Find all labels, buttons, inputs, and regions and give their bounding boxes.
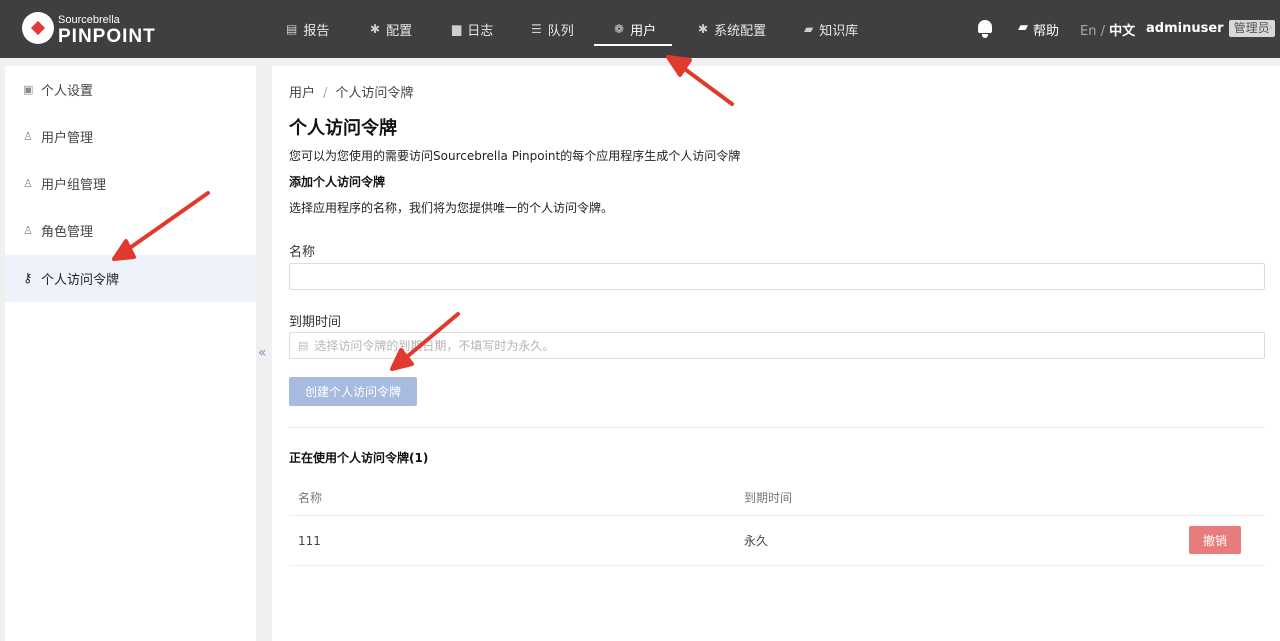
nav-queue-label: 队列	[547, 23, 574, 39]
language-switcher: En / 中文	[1080, 20, 1135, 39]
add-token-heading: 添加个人访问令牌	[289, 175, 386, 189]
sidebar-item-label: 用户组管理	[41, 178, 107, 193]
expiry-date-picker[interactable]: ▤ 选择访问令牌的到期日期，不填写时为永久。	[289, 332, 1265, 359]
username: adminuser	[1146, 21, 1224, 36]
document-icon: ▆	[452, 22, 462, 36]
bar-chart-icon: ▤	[286, 22, 298, 36]
help-label: 帮助	[1033, 24, 1060, 39]
logo-mark-icon	[22, 12, 54, 44]
tokens-table-header: 名称 到期时间	[289, 479, 1265, 516]
book-icon: ▰	[804, 22, 814, 36]
nav-knowledge-base[interactable]: ▰ 知识库	[804, 0, 858, 58]
profile-icon: ▣	[23, 83, 34, 96]
breadcrumb-separator: /	[323, 86, 328, 101]
section-divider	[289, 427, 1265, 428]
logo-brand-small: Sourcebrella	[58, 14, 120, 26]
key-icon: ⚷	[23, 271, 33, 286]
nav-users-label: 用户	[630, 23, 657, 39]
bell-icon[interactable]	[975, 18, 995, 38]
token-name: 111	[298, 533, 321, 548]
sidebar-item-label: 用户管理	[41, 131, 94, 146]
page-title: 个人访问令牌	[289, 118, 397, 139]
column-expiry: 到期时间	[744, 490, 793, 505]
sidebar-item-user-management[interactable]: ♙ 用户管理	[5, 113, 256, 160]
nav-system-config[interactable]: ✱ 系统配置	[698, 0, 766, 58]
expiry-placeholder: 选择访问令牌的到期日期，不填写时为永久。	[314, 339, 555, 353]
chevron-down-icon[interactable]: ›	[1268, 20, 1273, 34]
page-description: 您可以为您使用的需要访问Sourcebrella Pinpoint的每个应用程序…	[289, 149, 741, 163]
nav-log-label: 日志	[467, 23, 494, 39]
sidebar-item-label: 个人访问令牌	[41, 273, 120, 288]
nav-system-config-label: 系统配置	[714, 23, 767, 39]
sidebar-item-label: 角色管理	[41, 225, 94, 240]
breadcrumb-users[interactable]: 用户	[289, 86, 315, 101]
main-panel: 用户 / 个人访问令牌 个人访问令牌 您可以为您使用的需要访问Sourcebrell…	[272, 66, 1280, 641]
nav-log[interactable]: ▆ 日志	[452, 0, 493, 58]
create-token-button[interactable]: 创建个人访问令牌	[289, 377, 417, 406]
token-expiry: 永久	[744, 534, 769, 548]
gear-icon: ✱	[698, 22, 709, 36]
sidebar: ▣ 个人设置 ♙ 用户管理 ♙ 用户组管理 ♙ 角色管理 ⚷ 个人访问令牌	[5, 66, 256, 641]
name-input[interactable]	[289, 263, 1265, 290]
active-tokens-title: 正在使用个人访问令牌(1)	[289, 451, 429, 465]
table-row: 111 永久 撤销	[289, 516, 1265, 566]
breadcrumb: 用户 / 个人访问令牌	[289, 82, 413, 101]
nav-config[interactable]: ✱ 配置	[370, 0, 412, 58]
column-name: 名称	[298, 490, 323, 505]
nav-config-label: 配置	[386, 23, 413, 39]
help-link[interactable]: ▰ 帮助	[1018, 20, 1059, 39]
breadcrumb-current: 个人访问令牌	[335, 86, 414, 101]
users-icon: ❁	[614, 22, 625, 36]
nav-report[interactable]: ▤ 报告	[286, 0, 329, 58]
user-icon: ♙	[23, 130, 33, 143]
add-token-description: 选择应用程序的名称，我们将为您提供唯一的个人访问令牌。	[289, 201, 614, 215]
sidebar-item-role-management[interactable]: ♙ 角色管理	[5, 207, 256, 254]
queue-icon: ☰	[531, 22, 542, 36]
nav-report-label: 报告	[303, 23, 330, 39]
sidebar-item-personal-settings[interactable]: ▣ 个人设置	[5, 66, 256, 113]
user-group-icon: ♙	[23, 177, 33, 190]
logo-brand-big: PINPOINT	[58, 26, 156, 47]
lang-separator: /	[1100, 24, 1105, 39]
nav-knowledge-base-label: 知识库	[819, 23, 859, 39]
sidebar-item-user-group-management[interactable]: ♙ 用户组管理	[5, 160, 256, 207]
sidebar-item-personal-access-token[interactable]: ⚷ 个人访问令牌	[5, 255, 256, 302]
pinpoint-logo[interactable]: Sourcebrella PINPOINT	[22, 12, 192, 47]
top-navigation-bar: Sourcebrella PINPOINT ▤ 报告 ✱ 配置 ▆ 日志 ☰ 队…	[0, 0, 1280, 58]
user-menu[interactable]: adminuser 管理员	[1146, 20, 1275, 37]
name-label: 名称	[289, 245, 316, 260]
lang-en[interactable]: En	[1080, 24, 1096, 39]
expiry-label: 到期时间	[289, 315, 342, 330]
collapse-sidebar-icon[interactable]: «	[258, 345, 267, 361]
nav-queue[interactable]: ☰ 队列	[531, 0, 574, 58]
book-icon: ▰	[1018, 20, 1028, 35]
calendar-icon: ▤	[298, 339, 309, 352]
nav-users[interactable]: ❁ 用户	[593, 0, 673, 58]
sidebar-item-label: 个人设置	[41, 84, 94, 99]
gear-icon: ✱	[370, 22, 381, 36]
lang-zh[interactable]: 中文	[1109, 24, 1135, 39]
revoke-button[interactable]: 撤销	[1189, 526, 1241, 554]
role-icon: ♙	[23, 224, 33, 237]
